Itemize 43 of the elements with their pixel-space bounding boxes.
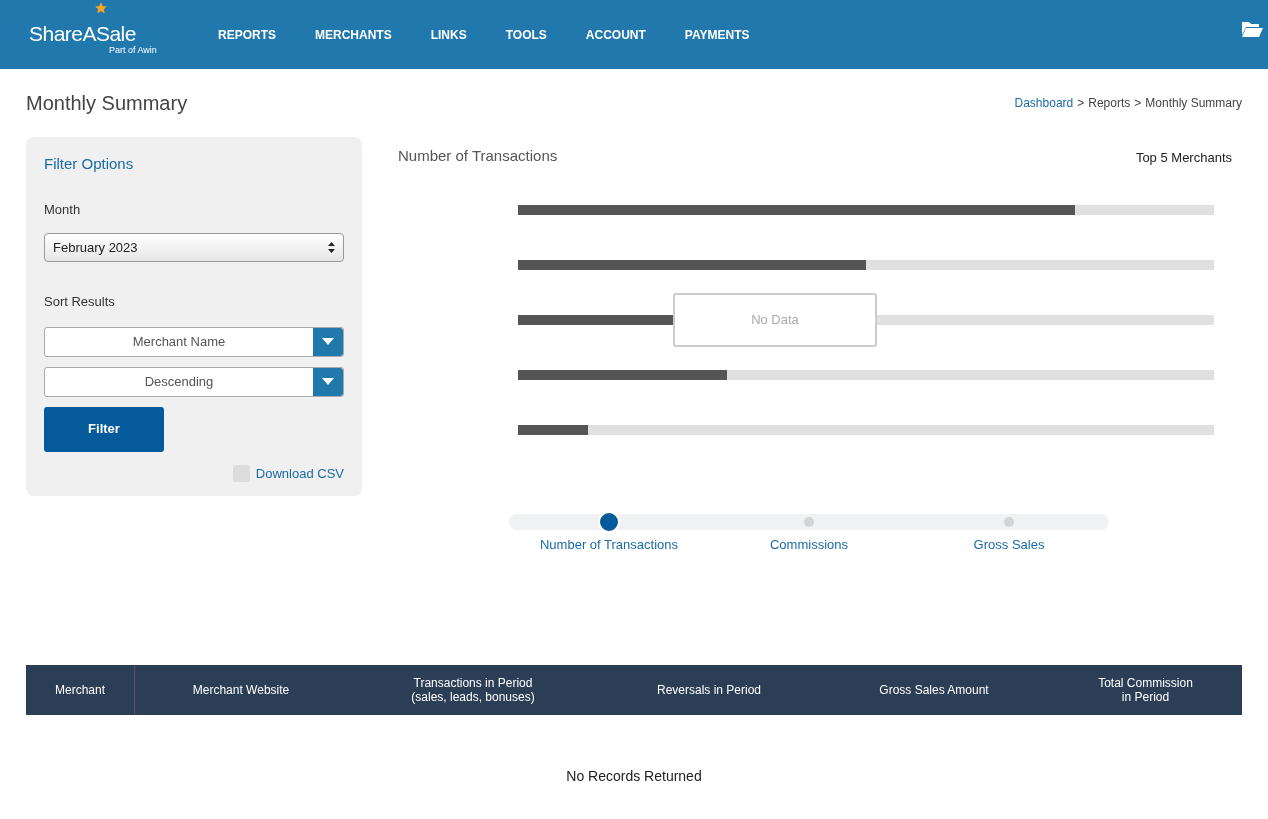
- sort-by-select[interactable]: Merchant Name: [44, 326, 344, 357]
- sort-arrows-icon: [328, 242, 335, 253]
- chart-subtitle: Top 5 Merchants: [1135, 148, 1232, 167]
- chart-title: Number of Transactions: [398, 146, 558, 166]
- month-select[interactable]: February 2023: [44, 233, 344, 262]
- slider-label[interactable]: Gross Sales: [973, 534, 1045, 554]
- page-title: Monthly Summary: [26, 91, 188, 116]
- column-header: Merchant: [26, 665, 135, 715]
- slider-stop[interactable]: [598, 510, 620, 533]
- breadcrumb-item: >: [1134, 95, 1142, 112]
- column-header: Total Commission in Period: [1097, 675, 1194, 706]
- logo-subtitle: Part of Awin: [109, 45, 157, 55]
- slider-stop[interactable]: [804, 516, 814, 527]
- download-csv-link[interactable]: Download CSV: [255, 463, 344, 483]
- breadcrumb-link[interactable]: Dashboard: [1014, 94, 1074, 112]
- no-data-message: No Data: [673, 293, 877, 347]
- breadcrumb-item: Monthly Summary: [1145, 95, 1242, 112]
- nav-link[interactable]: TOOLS: [505, 25, 547, 44]
- panel-title: Filter Options: [44, 154, 135, 174]
- slider-stop[interactable]: [1004, 516, 1014, 527]
- column-header: Gross Sales Amount: [878, 682, 990, 699]
- breadcrumb-item: >: [1077, 95, 1085, 112]
- nav-link[interactable]: LINKS: [430, 25, 467, 44]
- field-label: Month: [44, 200, 82, 219]
- filter-button[interactable]: Filter: [44, 406, 164, 452]
- nav-link[interactable]: ACCOUNT: [585, 25, 646, 44]
- caret-icon: [322, 338, 334, 345]
- column-header: Transactions in Period (sales, leads, bonuses): [410, 675, 536, 706]
- nav-link[interactable]: REPORTS: [218, 25, 276, 44]
- nav-link[interactable]: PAYMENTS: [684, 25, 750, 44]
- logo[interactable]: ShareASale: [29, 22, 218, 44]
- breadcrumb-item: Reports: [1088, 95, 1131, 112]
- sort-order-select[interactable]: Descending: [44, 366, 344, 397]
- column-header: Merchant Website: [191, 682, 291, 699]
- caret-icon: [322, 378, 334, 385]
- slider-label[interactable]: Commissions: [770, 534, 848, 554]
- nav-link[interactable]: MERCHANTS: [315, 25, 392, 44]
- field-label: Sort Results: [44, 293, 116, 311]
- empty-table-message: No Records Returned: [565, 767, 703, 786]
- folder-icon[interactable]: [1241, 20, 1263, 38]
- slider-label[interactable]: Number of Transactions: [540, 534, 678, 554]
- column-header: Reversals in Period: [655, 682, 762, 699]
- star-icon: [94, 1, 108, 15]
